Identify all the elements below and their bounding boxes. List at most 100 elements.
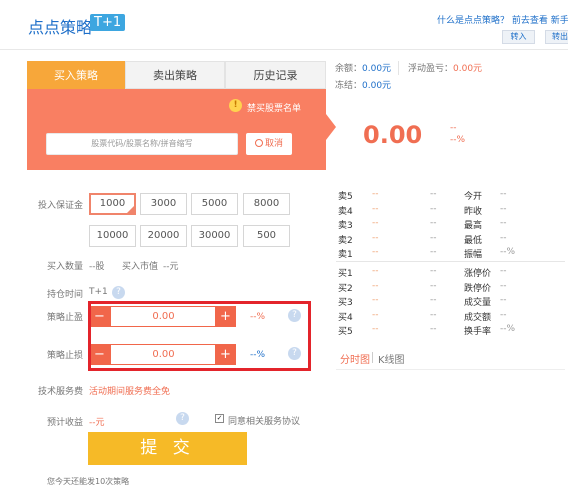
stat-label: 成交额 <box>464 312 492 323</box>
buy-value-value: --元 <box>163 262 179 272</box>
ask-label: 卖5 <box>338 192 353 202</box>
highlight-frame <box>88 301 311 371</box>
cancel-button[interactable]: 取消 <box>246 133 292 155</box>
warning-icon: ! <box>229 99 242 112</box>
orderbook-divider <box>336 261 565 262</box>
tab-buy-strategy[interactable]: 买入策略 <box>27 61 125 89</box>
ask-price: -- <box>372 218 379 228</box>
bid-price: -- <box>372 280 379 291</box>
agree-label[interactable]: 同意相关服务协议 <box>228 414 300 427</box>
ask-price: -- <box>372 189 379 199</box>
forbidden-stocks-link[interactable]: 禁买股票名单 <box>247 101 301 114</box>
stat-label: 最高 <box>464 221 483 231</box>
bid-volume: -- <box>430 309 437 320</box>
remaining-count-text: 您今天还能发10次策略 <box>47 477 130 486</box>
hold-help-icon[interactable]: ? <box>112 286 125 299</box>
bid-price: -- <box>372 266 379 276</box>
chart-tab-underline <box>336 369 565 370</box>
bid-volume: -- <box>430 266 437 276</box>
hold-time-value: T+1 <box>89 287 108 297</box>
expected-income-value: --元 <box>89 418 105 428</box>
account-divider <box>398 61 399 75</box>
buy-qty-label: 买入数量 <box>47 262 84 272</box>
tab-kline-chart[interactable]: K线图 <box>378 351 405 366</box>
stat-value: -- <box>500 203 507 214</box>
balance-label: 余额： <box>335 64 363 74</box>
strategy-tabs: 买入策略 卖出策略 历史记录 <box>27 61 326 89</box>
amount-option-8000[interactable]: 8000 <box>243 193 290 215</box>
hold-time-label: 持仓时间 <box>47 290 84 300</box>
tab-sell-strategy[interactable]: 卖出策略 <box>125 61 225 89</box>
bid-label: 买5 <box>338 327 353 337</box>
stat-label: 跌停价 <box>464 283 492 294</box>
search-icon <box>254 139 263 147</box>
ask-volume: -- <box>430 232 437 243</box>
stat-label: 昨收 <box>464 206 483 217</box>
stock-search-input[interactable]: 股票代码/股票名称/拼音缩写 <box>46 133 238 155</box>
pnl-value: 0.00元 <box>453 64 483 74</box>
stat-value: -- <box>500 266 507 276</box>
expected-income-label: 预计收益 <box>47 418 84 428</box>
ask-volume: -- <box>430 189 437 199</box>
transfer-in-button[interactable]: 转入 <box>502 30 535 44</box>
stat-value: -- <box>500 295 507 305</box>
buy-value-label: 买入市值 <box>122 262 159 272</box>
frozen-label: 冻结： <box>335 81 363 91</box>
take-profit-label: 策略止盈 <box>47 313 84 323</box>
expected-help-icon[interactable]: ? <box>176 412 189 425</box>
bid-price: -- <box>372 295 379 305</box>
amount-option-500[interactable]: 500 <box>243 225 290 247</box>
stat-label: 涨停价 <box>464 269 492 279</box>
stat-value: --% <box>500 324 516 334</box>
frozen-value: 0.00元 <box>362 81 392 91</box>
bid-price: -- <box>372 309 379 320</box>
tab-intraday-chart[interactable]: 分时图 <box>340 351 370 366</box>
ask-volume: -- <box>430 203 437 214</box>
agree-checkbox[interactable]: ✓ <box>215 414 224 423</box>
stat-value: -- <box>500 218 507 228</box>
ask-price: -- <box>372 203 379 214</box>
service-fee-label: 技术服务费 <box>38 387 84 397</box>
price-change: -- <box>450 123 457 133</box>
bid-label: 买2 <box>338 283 353 294</box>
stop-loss-label: 策略止损 <box>47 351 84 361</box>
amount-option-20000[interactable]: 20000 <box>140 225 187 247</box>
bid-label: 买1 <box>338 269 353 279</box>
ask-label: 卖2 <box>338 235 353 246</box>
help-link[interactable]: 什么是点点策略？ 前去查看 新手 <box>437 13 568 26</box>
stat-value: -- <box>500 309 507 320</box>
amount-option-3000[interactable]: 3000 <box>140 193 187 215</box>
stat-value: -- <box>500 280 507 291</box>
bid-label: 买4 <box>338 312 353 323</box>
transfer-out-button[interactable]: 转出 <box>545 30 568 44</box>
stat-label: 最低 <box>464 235 483 246</box>
pnl-label: 浮动盈亏： <box>408 64 454 74</box>
stat-label: 成交量 <box>464 298 492 308</box>
bid-volume: -- <box>430 324 437 334</box>
submit-button[interactable]: 提 交 <box>88 432 247 465</box>
ask-label: 卖4 <box>338 206 353 217</box>
chart-tab-divider <box>372 352 373 363</box>
ask-price: -- <box>372 247 379 257</box>
tab-history[interactable]: 历史记录 <box>225 61 326 89</box>
amount-option-30000[interactable]: 30000 <box>191 225 238 247</box>
amount-option-10000[interactable]: 10000 <box>89 225 136 247</box>
balance-value: 0.00元 <box>362 64 392 74</box>
amount-option-1000[interactable]: 1000 <box>89 193 136 215</box>
ask-volume: -- <box>430 218 437 228</box>
stat-label: 振幅 <box>464 250 483 260</box>
bid-label: 买3 <box>338 298 353 308</box>
amount-option-5000[interactable]: 5000 <box>191 193 238 215</box>
app-title: 点点策略 <box>28 18 93 37</box>
margin-label: 投入保证金 <box>38 201 84 211</box>
cancel-label: 取消 <box>264 139 283 149</box>
stat-value: --% <box>500 247 516 257</box>
current-price: 0.00 <box>363 121 423 149</box>
bid-volume: -- <box>430 280 437 291</box>
stat-value: -- <box>500 232 507 243</box>
bid-volume: -- <box>430 295 437 305</box>
buy-qty-value: --股 <box>89 262 105 272</box>
stat-value: -- <box>500 189 507 199</box>
header-divider <box>0 49 568 50</box>
ask-label: 卖3 <box>338 221 353 231</box>
